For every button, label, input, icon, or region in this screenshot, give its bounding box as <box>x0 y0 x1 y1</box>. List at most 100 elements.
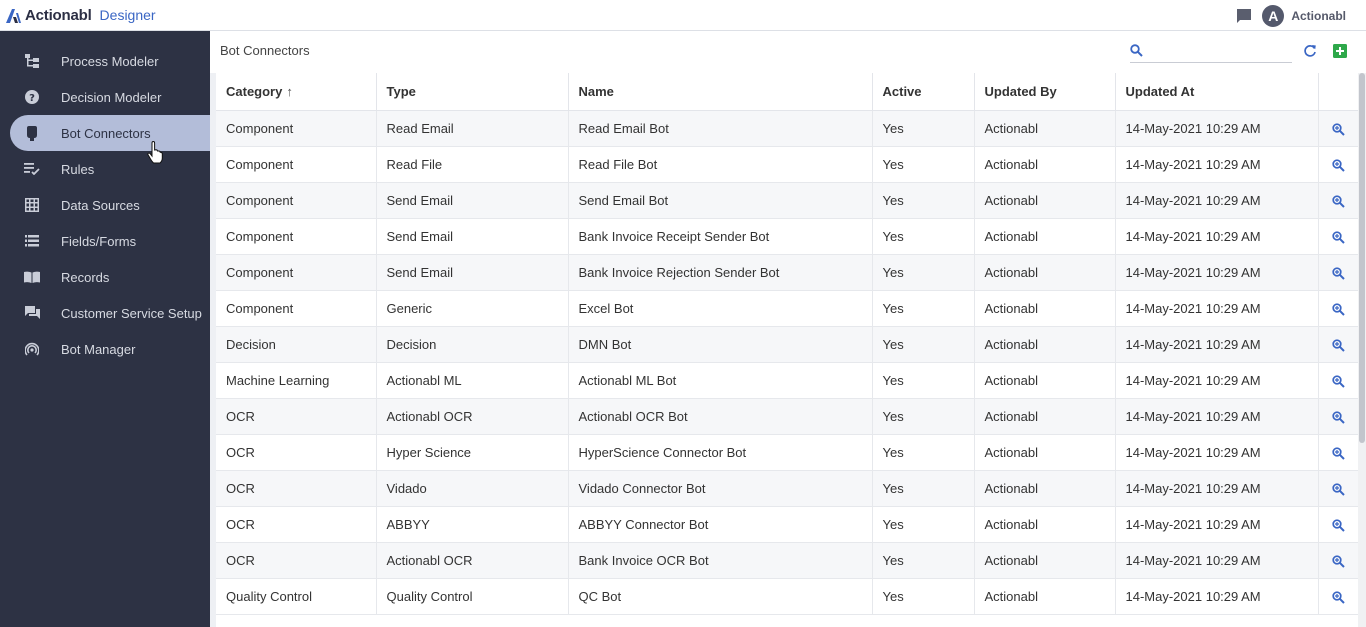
cell-updated-by: Actionabl <box>974 182 1116 219</box>
cell-updated-by: Actionabl <box>974 470 1116 507</box>
table-row[interactable]: Component Generic Excel Bot Yes Actionabl 14-… <box>216 290 1358 327</box>
table-row[interactable]: Decision Decision DMN Bot Yes Actionabl 14-Ma… <box>216 326 1358 363</box>
sidebar-item-customer-service-setup[interactable]: Customer Service Setup <box>0 295 210 331</box>
sidebar-item-bot-connectors[interactable]: Bot Connectors <box>10 115 210 151</box>
cell-name: Send Email Bot <box>568 182 873 219</box>
vertical-scrollbar[interactable] <box>1358 73 1366 627</box>
table-row[interactable]: Component Send Email Bank Invoice Receipt … <box>216 218 1358 255</box>
cell-updated-by: Actionabl <box>974 326 1116 363</box>
view-details-button[interactable] <box>1318 326 1358 363</box>
bot-connectors-table: Category ↑ Type Name Active Updated By Up… <box>216 73 1358 627</box>
app-logo[interactable]: Actionabl Designer <box>0 0 156 31</box>
table-row[interactable]: Quality Control Quality Control QC Bot Yes A… <box>216 578 1358 615</box>
view-details-button[interactable] <box>1318 506 1358 543</box>
zoom-in-icon <box>1332 518 1345 532</box>
search-box[interactable] <box>1130 41 1292 63</box>
table-row[interactable]: OCR Actionabl OCR Bank Invoice OCR Bot Yes A… <box>216 542 1358 579</box>
view-details-button[interactable] <box>1318 542 1358 579</box>
brand-name: Actionabl <box>25 6 92 24</box>
list-icon <box>24 233 40 249</box>
page-title: Bot Connectors <box>220 43 310 58</box>
scrollbar-thumb[interactable] <box>1359 73 1365 443</box>
view-details-button[interactable] <box>1318 218 1358 255</box>
view-details-button[interactable] <box>1318 110 1358 147</box>
cell-category: Machine Learning <box>216 362 377 399</box>
sidebar-item-rules[interactable]: Rules <box>0 151 210 187</box>
sidebar-item-label: Customer Service Setup <box>61 305 202 321</box>
cell-type: Read Email <box>376 110 569 147</box>
cell-active: Yes <box>872 506 975 543</box>
cell-category: Component <box>216 146 377 183</box>
column-header-updated-by[interactable]: Updated By <box>974 73 1116 111</box>
cell-category: Component <box>216 254 377 291</box>
table-row[interactable]: OCR Actionabl OCR Actionabl OCR Bot Yes Acti… <box>216 398 1358 435</box>
cell-active: Yes <box>872 326 975 363</box>
sort-ascending-icon[interactable]: ↑ <box>286 84 293 99</box>
module-name: Designer <box>99 7 156 23</box>
search-input[interactable] <box>1148 41 1290 61</box>
sidebar-item-fields-forms[interactable]: Fields/Forms <box>0 223 210 259</box>
column-header-name[interactable]: Name <box>568 73 873 111</box>
column-header-actions <box>1318 73 1358 111</box>
refresh-icon[interactable] <box>1303 44 1317 58</box>
view-details-button[interactable] <box>1318 182 1358 219</box>
cell-type: Send Email <box>376 254 569 291</box>
cell-updated-at: 14-May-2021 10:29 AM <box>1115 434 1319 471</box>
view-details-button[interactable] <box>1318 578 1358 615</box>
view-details-button[interactable] <box>1318 290 1358 327</box>
help-circle-icon: ? <box>24 89 40 105</box>
cell-type: Actionabl OCR <box>376 398 569 435</box>
main-content: Bot Connectors Category ↑ Type Name Activ… <box>210 31 1366 627</box>
cell-updated-at: 14-May-2021 10:29 AM <box>1115 146 1319 183</box>
view-details-button[interactable] <box>1318 434 1358 471</box>
svg-text:?: ? <box>29 93 35 104</box>
cell-name: Actionabl ML Bot <box>568 362 873 399</box>
cell-updated-by: Actionabl <box>974 578 1116 615</box>
table-row[interactable]: Component Send Email Bank Invoice Rejectio… <box>216 254 1358 291</box>
cell-category: Quality Control <box>216 578 377 615</box>
column-header-active[interactable]: Active <box>872 73 975 111</box>
table-row[interactable]: Component Send Email Send Email Bot Yes Acti… <box>216 182 1358 219</box>
view-details-button[interactable] <box>1318 398 1358 435</box>
avatar[interactable]: A <box>1262 4 1285 27</box>
view-details-button[interactable] <box>1318 470 1358 507</box>
sidebar-item-decision-modeler[interactable]: ? Decision Modeler <box>0 79 210 115</box>
table-row[interactable]: OCR Vidado Vidado Connector Bot Yes Actionab… <box>216 470 1358 507</box>
view-details-button[interactable] <box>1318 362 1358 399</box>
cell-category: Component <box>216 182 377 219</box>
view-details-button[interactable] <box>1318 146 1358 183</box>
cell-type: Send Email <box>376 218 569 255</box>
sidebar-item-label: Records <box>61 269 110 285</box>
sidebar-item-label: Decision Modeler <box>61 89 162 105</box>
cell-updated-by: Actionabl <box>974 218 1116 255</box>
zoom-in-icon <box>1332 554 1345 568</box>
cell-category: Component <box>216 218 377 255</box>
message-icon[interactable] <box>1236 8 1252 24</box>
cell-name: Excel Bot <box>568 290 873 327</box>
cell-category: Component <box>216 290 377 327</box>
sidebar-item-records[interactable]: Records <box>0 259 210 295</box>
cell-category: Component <box>216 110 377 147</box>
table-row[interactable]: Component Read Email Read Email Bot Yes Acti… <box>216 110 1358 147</box>
sidebar-item-bot-manager[interactable]: Bot Manager <box>0 331 210 367</box>
table-row[interactable]: OCR ABBYY ABBYY Connector Bot Yes Actionabl 1… <box>216 506 1358 543</box>
table-row[interactable]: OCR Hyper Science HyperScience Connector B… <box>216 434 1358 471</box>
column-header-updated-at[interactable]: Updated At <box>1115 73 1319 111</box>
view-details-button[interactable] <box>1318 254 1358 291</box>
sidebar-item-process-modeler[interactable]: Process Modeler <box>0 43 210 79</box>
sidebar-item-data-sources[interactable]: Data Sources <box>0 187 210 223</box>
column-header-type[interactable]: Type <box>376 73 569 111</box>
cell-updated-at: 14-May-2021 10:29 AM <box>1115 578 1319 615</box>
cell-category: OCR <box>216 506 377 543</box>
cell-active: Yes <box>872 146 975 183</box>
user-name[interactable]: Actionabl <box>1291 9 1346 23</box>
table-row[interactable]: Component Read File Read File Bot Yes Action… <box>216 146 1358 183</box>
column-header-category[interactable]: Category ↑ <box>216 73 377 111</box>
cell-type: Actionabl OCR <box>376 542 569 579</box>
cell-type: Send Email <box>376 182 569 219</box>
cell-type: Read File <box>376 146 569 183</box>
sidebar-item-label: Process Modeler <box>61 53 159 69</box>
cell-updated-at: 14-May-2021 10:29 AM <box>1115 218 1319 255</box>
add-icon[interactable] <box>1333 44 1347 58</box>
table-row[interactable]: Machine Learning Actionabl ML Actionabl ML… <box>216 362 1358 399</box>
